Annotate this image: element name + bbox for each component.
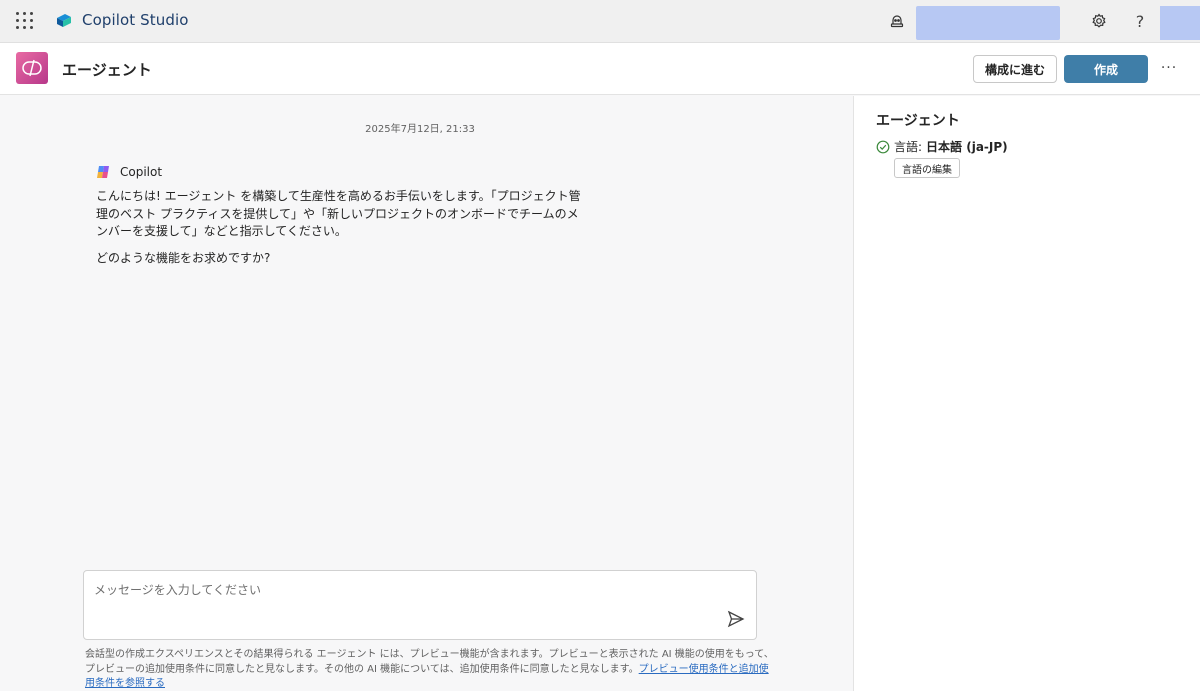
language-value: 日本語 (ja-JP) — [926, 140, 1008, 154]
app-launcher-icon[interactable] — [16, 12, 34, 30]
send-icon[interactable] — [726, 609, 746, 629]
bot-message-paragraph: どのような機能をお求めですか? — [96, 250, 271, 265]
message-timestamp: 2025年7月12日, 21:33 — [365, 124, 475, 135]
edit-language-button[interactable]: 言語の編集 — [894, 158, 960, 178]
bot-name: Copilot — [120, 165, 163, 179]
environment-icon[interactable] — [886, 10, 908, 32]
agent-details-panel: エージェント 言語: 日本語 (ja-JP) 言語の編集 — [853, 96, 1200, 691]
more-options-icon[interactable]: ··· — [1158, 57, 1180, 79]
top-bar: Copilot Studio ? — [0, 0, 1200, 43]
language-label: 言語: — [894, 140, 923, 154]
bot-header: Copilot — [96, 164, 162, 180]
bot-message-paragraph: こんにちは! エージェント を構築して生産性を高めるお手伝いをします。「プロジェ… — [96, 189, 581, 238]
copilot-icon — [97, 166, 109, 178]
panel-title: エージェント — [876, 113, 960, 129]
brand[interactable]: Copilot Studio — [54, 10, 189, 30]
page-title: エージェント — [62, 61, 152, 79]
user-avatar[interactable] — [1160, 6, 1200, 40]
bot-message: こんにちは! エージェント を構築して生産性を高めるお手伝いをします。「プロジェ… — [96, 188, 586, 276]
help-icon[interactable]: ? — [1129, 10, 1151, 32]
environment-selector[interactable] — [916, 6, 1060, 40]
chat-pane: 2025年7月12日, 21:33 Copilot こんにちは! エージェント … — [0, 96, 853, 691]
message-input-box — [83, 570, 757, 640]
gear-icon[interactable] — [1088, 10, 1110, 32]
copilot-studio-logo-icon — [57, 14, 71, 27]
page-header: エージェント 構成に進む 作成 ··· — [0, 43, 1200, 95]
create-button[interactable]: 作成 — [1064, 55, 1148, 83]
language-row: 言語: 日本語 (ja-JP) — [876, 138, 1008, 155]
message-input[interactable] — [94, 581, 694, 621]
go-to-configure-button[interactable]: 構成に進む — [973, 55, 1057, 83]
check-circle-icon — [876, 140, 890, 153]
app-name: Copilot Studio — [82, 11, 189, 29]
disclaimer: 会話型の作成エクスペリエンスとその結果得られる エージェント には、プレビュー機… — [85, 648, 775, 691]
agent-icon — [16, 52, 48, 84]
